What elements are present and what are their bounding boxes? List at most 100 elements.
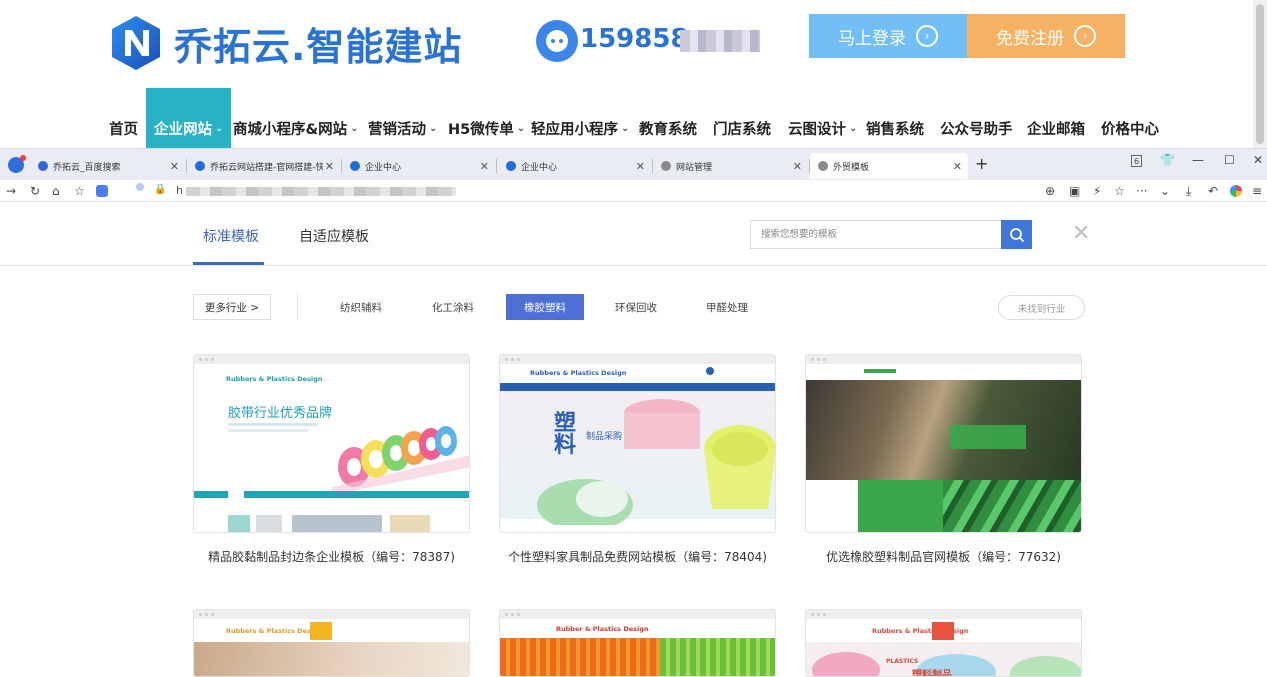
tab-close-icon[interactable]: ✕ — [325, 160, 334, 173]
tab-count-badge[interactable]: 6 — [1131, 155, 1142, 167]
zoom-icon[interactable]: ⊕ — [1045, 183, 1055, 199]
more-industries-button[interactable]: 更多行业 > — [193, 294, 271, 320]
nav-item[interactable]: 价格中心 — [1093, 88, 1167, 148]
register-button[interactable]: 免费注册 › — [967, 14, 1125, 58]
download-icon[interactable]: ⤓ — [1186, 183, 1191, 199]
industry-filter[interactable]: 橡胶塑料 — [506, 294, 584, 320]
customer-service-icon — [536, 20, 578, 62]
tab-close-icon[interactable]: ✕ — [480, 160, 489, 173]
maximize-icon[interactable]: ☐ — [1224, 153, 1235, 167]
browser-tab[interactable]: 乔拓云_百度搜索 ✕ — [30, 153, 185, 179]
nav-item-label: 轻应用小程序 — [531, 121, 618, 138]
template-card[interactable]: 优选橡胶塑料制品官网模板（编号：77632) — [805, 354, 1082, 564]
minimize-icon[interactable]: — — [1192, 153, 1204, 167]
tab-favicon-icon — [506, 161, 516, 171]
search-button[interactable] — [1001, 220, 1032, 249]
template-card[interactable]: Rubbers & Plastics Design PLASTICS 塑料制品 — [805, 609, 1082, 677]
nav-item[interactable]: 营销活动 ⌄ — [360, 88, 445, 148]
nav-item-label: 教育系统 — [639, 121, 697, 138]
industry-filter[interactable]: 环保回收 — [597, 294, 675, 320]
thumbnail-brand: Rubbers & Plastics Design — [226, 627, 323, 635]
template-thumbnail[interactable]: Rubbers & Plastics Design 塑料 制品采购 — [499, 354, 776, 533]
scrollbar-thumb[interactable] — [1256, 4, 1264, 144]
close-icon[interactable]: ✕ — [1072, 223, 1092, 245]
shirt-theme-icon[interactable]: 👕 — [1160, 153, 1175, 167]
star-icon[interactable]: ☆ — [1114, 183, 1125, 199]
template-thumbnail[interactable] — [805, 354, 1082, 533]
browser-profile-icon[interactable] — [1230, 185, 1242, 197]
site-info-icon[interactable] — [136, 183, 144, 191]
nav-item[interactable]: 教育系统 — [631, 88, 705, 148]
chevron-down-icon: ⌄ — [215, 122, 224, 134]
lightning-icon[interactable]: ⚡ — [1093, 183, 1101, 199]
green-cup-illustration — [537, 479, 633, 525]
tab-standard-template[interactable]: 标准模板 — [203, 226, 259, 246]
template-title[interactable]: 精品胶黏制品封边条企业模板（编号：78387) — [193, 548, 470, 565]
browser-tab[interactable]: 乔拓云网站搭建-官网搭建-快 ✕ — [187, 153, 340, 179]
tab-close-icon[interactable]: ✕ — [793, 160, 802, 173]
nav-item[interactable]: 企业邮箱 — [1019, 88, 1093, 148]
template-title[interactable]: 优选橡胶塑料制品官网模板（编号：77632) — [805, 548, 1082, 565]
industry-filter[interactable]: 化工涂料 — [414, 294, 492, 320]
forward-arrow-icon[interactable]: → — [6, 183, 16, 199]
nav-item-label: 首页 — [109, 121, 138, 138]
extension-ai-icon[interactable] — [96, 185, 108, 197]
nav-item[interactable]: 企业网站 ⌄ — [146, 88, 232, 148]
template-title[interactable]: 个性塑料家具制品免费网站模板（编号：78404) — [499, 548, 776, 565]
tab-favicon-icon — [350, 161, 360, 171]
template-thumbnail[interactable]: Rubbers & Plastics Design — [193, 609, 470, 677]
template-card[interactable]: Rubbers & Plastics Design 胶带行业优秀品牌 精品胶黏制… — [193, 354, 470, 564]
firefox-menu-icon[interactable] — [8, 155, 26, 173]
browser-tab[interactable]: 企业中心 ✕ — [498, 153, 651, 179]
login-label: 马上登录 — [838, 28, 906, 49]
template-search-input[interactable] — [751, 221, 1001, 248]
industry-filter[interactable]: 甲醛处理 — [688, 294, 766, 320]
new-tab-plus-icon[interactable]: + — [975, 154, 988, 173]
browser-tab[interactable]: 企业中心 ✕ — [342, 153, 495, 179]
home-icon[interactable]: ⌂ — [52, 183, 60, 199]
nav-item[interactable]: 门店系统 — [705, 88, 779, 148]
nav-item[interactable]: 商城小程序&网站 ⌄ — [225, 88, 367, 148]
screenshot-icon[interactable]: ▣ — [1069, 183, 1080, 199]
tab-close-icon[interactable]: ✕ — [170, 160, 179, 173]
url-field[interactable]: 🔒 h — [120, 182, 1020, 200]
chevron-down-icon[interactable]: ⌄ — [1160, 183, 1170, 199]
arrow-right-icon: › — [916, 25, 938, 47]
tab-responsive-template[interactable]: 自适应模板 — [299, 226, 369, 246]
tab-close-icon[interactable]: ✕ — [953, 160, 962, 173]
thumbnail-window-bar — [806, 355, 1081, 364]
browser-tab[interactable]: 网站管理 ✕ — [653, 153, 808, 179]
template-card[interactable]: Rubbers & Plastics Design — [193, 609, 470, 677]
template-thumbnail[interactable]: Rubber & Plastics Design — [499, 609, 776, 677]
thumbnail-product — [390, 515, 430, 532]
more-icon[interactable]: ··· — [1136, 183, 1147, 199]
window-close-icon[interactable]: ✕ — [1253, 153, 1263, 167]
thumbnail-text-line — [228, 423, 318, 426]
browser-tab[interactable]: 外贸模板 ✕ — [810, 153, 968, 179]
page-scrollbar[interactable] — [1253, 0, 1267, 148]
thumbnail-window-bar — [806, 610, 1081, 619]
thumbnail-nav-active — [932, 622, 954, 640]
template-card[interactable]: Rubbers & Plastics Design 塑料 制品采购 个性塑料家具… — [499, 354, 776, 564]
undo-icon[interactable]: ↶ — [1208, 183, 1218, 199]
industry-filter[interactable]: 纺织辅料 — [322, 294, 400, 320]
brand-logo-icon[interactable] — [108, 14, 164, 72]
industry-not-found-button[interactable]: 未找到行业 — [998, 295, 1085, 320]
template-thumbnail[interactable]: Rubbers & Plastics Design PLASTICS 塑料制品 — [805, 609, 1082, 677]
reload-icon[interactable]: ↻ — [30, 183, 40, 199]
brand-name[interactable]: 乔拓云.智能建站 — [174, 16, 462, 71]
nav-item[interactable]: 轻应用小程序 ⌄ — [523, 88, 637, 148]
tab-favicon-icon — [38, 161, 48, 171]
tab-close-icon[interactable]: ✕ — [636, 160, 645, 173]
phone-icon — [706, 367, 714, 375]
bookmarks-star-icon[interactable]: ☆ — [74, 183, 85, 199]
template-thumbnail[interactable]: Rubbers & Plastics Design 胶带行业优秀品牌 — [193, 354, 470, 533]
nav-item[interactable]: H5微传单 ⌄ — [440, 88, 533, 148]
template-card[interactable]: Rubber & Plastics Design — [499, 609, 776, 677]
login-button[interactable]: 马上登录 › — [809, 14, 967, 58]
nav-item[interactable]: 公众号助手 — [932, 88, 1021, 148]
nav-item[interactable]: 销售系统 — [858, 88, 932, 148]
hamburger-menu-icon[interactable]: ≡ — [1252, 183, 1262, 199]
nav-item[interactable]: 云图设计 ⌄ — [780, 88, 865, 148]
nav-item[interactable]: 首页 — [101, 88, 146, 148]
